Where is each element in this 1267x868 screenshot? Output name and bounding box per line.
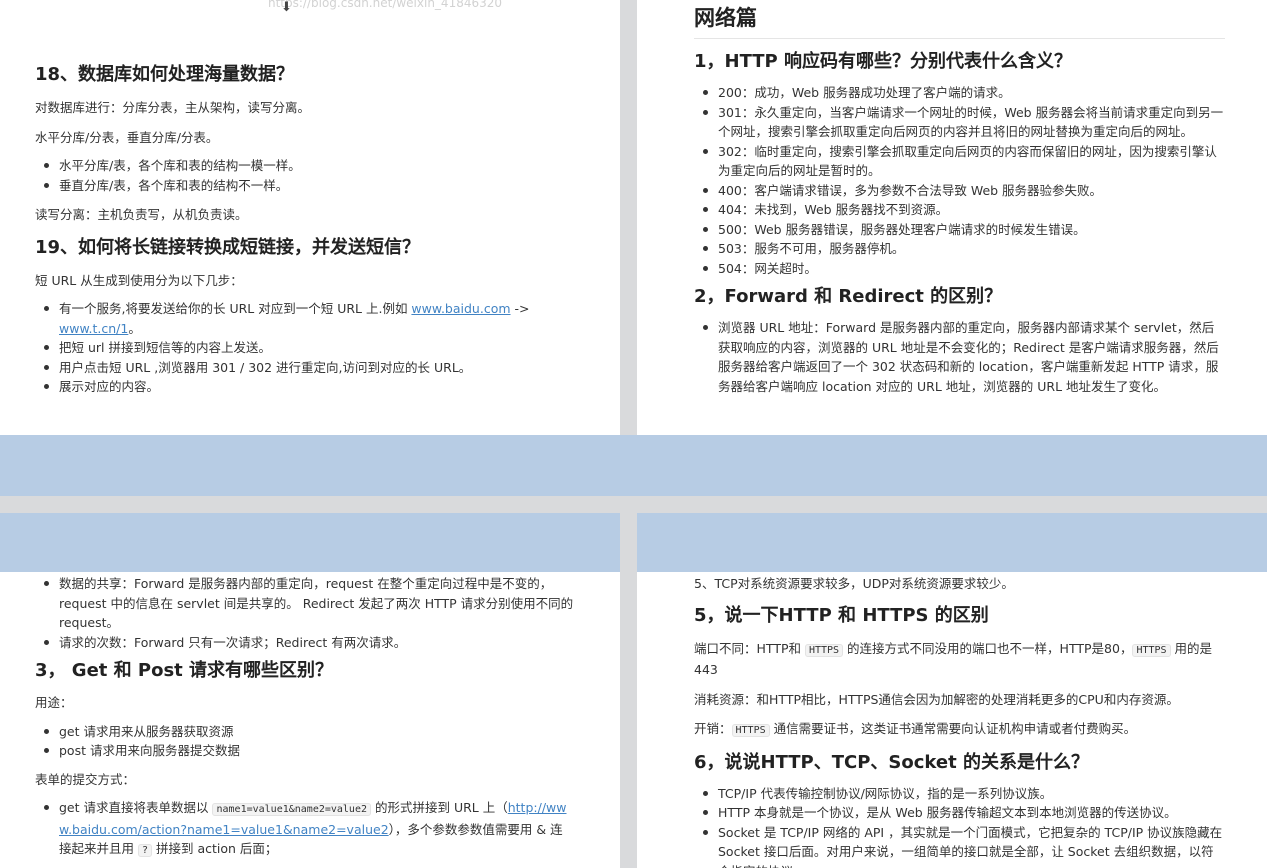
paragraph: 消耗资源：和HTTP相比，HTTPS通信会因为加解密的处理消耗更多的CPU和内存… — [694, 691, 1179, 707]
list-item: HTTP 本身就是一个协议，是从 Web 服务器传输超文本到本地浏览器的传送协议… — [694, 803, 1225, 823]
page-divider-vertical-bottom — [620, 513, 637, 868]
list-text: 。 — [128, 320, 141, 336]
status-code-list: 200：成功，Web 服务器成功处理了客户端的请求。 301：永久重定向，当客户端… — [694, 83, 1225, 278]
bullet-list: 水平分库/表，各个库和表的结构一模一样。 垂直分库/表，各个库和表的结构不一样。 — [35, 156, 575, 195]
document-page-2: 网络篇 1，HTTP 响应码有哪些？分别代表什么含义？ 200：成功，Web 服… — [637, 0, 1267, 435]
inline-code: HTTPS — [804, 643, 844, 657]
list-item: post 请求用来向服务器提交数据 — [35, 741, 575, 761]
status-code-item: 301：永久重定向，当客户端请求一个网址的时候，Web 服务器会将当前请求重定向… — [694, 103, 1225, 142]
paragraph: 水平分库/分表，垂直分库/分表。 — [35, 129, 219, 145]
list-text: 拼接到 action 后面； — [152, 841, 278, 856]
status-code-item: 503：服务不可用，服务器停机。 — [694, 239, 1225, 259]
list-item: 把短 url 拼接到短信等的内容上发送。 — [35, 338, 575, 358]
list-text: -> — [510, 301, 530, 316]
paragraph: 短 URL 从生成到使用分为以下几步： — [35, 272, 243, 288]
heading-http-tcp-socket: 6，说说HTTP、TCP、Socket 的关系是什么？ — [694, 751, 1089, 773]
list-item: 水平分库/表，各个库和表的结构一模一样。 — [35, 156, 575, 176]
paragraph: 端口不同：HTTP和 HTTPS 的连接方式不同没用的端口也不一样，HTTP是8… — [694, 639, 1225, 680]
page-divider-vertical-top — [620, 0, 637, 435]
document-page-1: https://blog.csdn.net/weixin_41846320 ⬇ … — [0, 0, 620, 435]
list-item: 请求的次数：Forward 只有一次请求；Redirect 有两次请求。 — [35, 633, 575, 653]
text: 通信需要证书，这类证书通常需要向认证机构申请或者付费购买。 — [769, 721, 1137, 736]
bullet-list: 浏览器 URL 地址：Forward 是服务器内部的重定向，服务器内部请求某个 … — [694, 318, 1225, 396]
paragraph: 表单的提交方式： — [35, 771, 136, 787]
status-code-item: 200：成功，Web 服务器成功处理了客户端的请求。 — [694, 83, 1225, 103]
list-item: 用户点击短 URL ,浏览器用 301 / 302 进行重定向,访问到对应的长 … — [35, 358, 575, 378]
inline-code: HTTPS — [1132, 643, 1171, 657]
list-item: 垂直分库/表，各个库和表的结构不一样。 — [35, 176, 575, 196]
list-item: 浏览器 URL 地址：Forward 是服务器内部的重定向，服务器内部请求某个 … — [694, 318, 1225, 396]
heading-text: 和 — [831, 604, 863, 626]
heading-http-https: 5，说一下HTTP 和 HTTPS 的区别 — [694, 603, 1225, 629]
inline-code: ? — [137, 844, 153, 857]
heading-19: 19、如何将长链接转换成短链接，并发送短信？ — [35, 236, 421, 258]
bullet-list: get 请求直接将表单数据以 name1=value1&name2=value2… — [35, 798, 575, 861]
list-item: 数据的共享：Forward 是服务器内部的重定向，request 在整个重定向过… — [35, 574, 575, 633]
bullet-list: get 请求用来从服务器获取资源 post 请求用来向服务器提交数据 — [35, 722, 575, 761]
paragraph: 开销： HTTPS 通信需要证书，这类证书通常需要向认证机构申请或者付费购买。 — [694, 719, 1225, 741]
status-code-item: 404：未找到，Web 服务器找不到资源。 — [694, 200, 1225, 220]
url-watermark: https://blog.csdn.net/weixin_41846320 — [268, 0, 503, 10]
inline-code: name1=value1&name2=value2 — [212, 803, 371, 816]
text: 的连接方式不同没用的端口也不一样，HTTP是80， — [843, 640, 1133, 656]
list-item: get 请求用来从服务器获取资源 — [35, 722, 575, 742]
paragraph: 读写分离：主机负责写，从机负责读。 — [35, 207, 248, 222]
bullet-list: 数据的共享：Forward 是服务器内部的重定向，request 在整个重定向过… — [35, 574, 575, 652]
list-item: 有一个服务,将要发送给你的长 URL 对应到一个短 URL 上.例如 www.b… — [35, 299, 575, 338]
list-item: Socket 是 TCP/IP 网络的 API ，其实就是一个门面模式，它把复杂… — [694, 823, 1225, 868]
list-text: get 请求直接将表单数据以 — [59, 800, 213, 815]
heading-text: HTTPS — [862, 604, 929, 626]
status-code-item: 400：客户端请求错误，多为参数不合法导致 Web 服务器验参失败。 — [694, 181, 1225, 201]
cursor-arrow-icon: ⬇ — [281, 0, 292, 15]
status-code-item: 302：临时重定向，搜索引擎会抓取重定向后网页的内容而保留旧的网址，因为搜索引擎… — [694, 142, 1225, 181]
text: 端口不同：HTTP和 — [694, 640, 805, 656]
list-item: TCP/IP 代表传输控制协议/网际协议，指的是一系列协议族。 — [694, 784, 1225, 804]
document-page-4: 5、TCP对系统资源要求较多，UDP对系统资源要求较少。 5，说一下HTTP 和… — [637, 572, 1267, 868]
bullet-list: TCP/IP 代表传输控制协议/网际协议，指的是一系列协议族。 HTTP 本身就… — [694, 784, 1225, 868]
status-code-item: 500：Web 服务器错误，服务器处理客户端请求的时候发生错误。 — [694, 220, 1225, 240]
paragraph: 5、TCP对系统资源要求较多，UDP对系统资源要求较少。 — [694, 576, 1014, 591]
text: 开销： — [694, 721, 732, 736]
list-item: get 请求直接将表单数据以 name1=value1&name2=value2… — [35, 798, 575, 861]
document-page-3: 数据的共享：Forward 是服务器内部的重定向，request 在整个重定向过… — [0, 572, 620, 868]
paragraph: 对数据库进行：分库分表，主从架构，读写分离。 — [35, 100, 311, 115]
heading-18: 18、数据库如何处理海量数据？ — [35, 64, 295, 85]
heading-get-post: 3， Get 和 Post 请求有哪些区别？ — [35, 660, 334, 681]
list-item: 展示对应的内容。 — [35, 377, 575, 397]
baidu-link[interactable]: www.baidu.com — [411, 301, 510, 316]
heading-text: HTTP — [778, 604, 832, 626]
bullet-list: 有一个服务,将要发送给你的长 URL 对应到一个短 URL 上.例如 www.b… — [35, 299, 575, 397]
section-title: 网络篇 — [694, 4, 1225, 39]
heading-text: 的区别 — [928, 604, 989, 626]
page-divider-horizontal — [0, 496, 1267, 513]
heading-http-codes: 1，HTTP 响应码有哪些？分别代表什么含义？ — [694, 51, 1073, 72]
heading-text: 5，说一下 — [694, 604, 779, 626]
status-code-item: 504：网关超时。 — [694, 259, 1225, 279]
list-text: 的形式拼接到 URL 上（ — [371, 800, 508, 815]
paragraph: 用途： — [35, 695, 73, 710]
short-url-link[interactable]: www.t.cn/1 — [59, 321, 128, 336]
inline-code: HTTPS — [731, 724, 770, 737]
heading-forward-redirect: 2，Forward 和 Redirect 的区别？ — [694, 286, 1003, 307]
list-text: 有一个服务,将要发送给你的长 URL 对应到一个短 URL 上.例如 — [59, 301, 412, 316]
